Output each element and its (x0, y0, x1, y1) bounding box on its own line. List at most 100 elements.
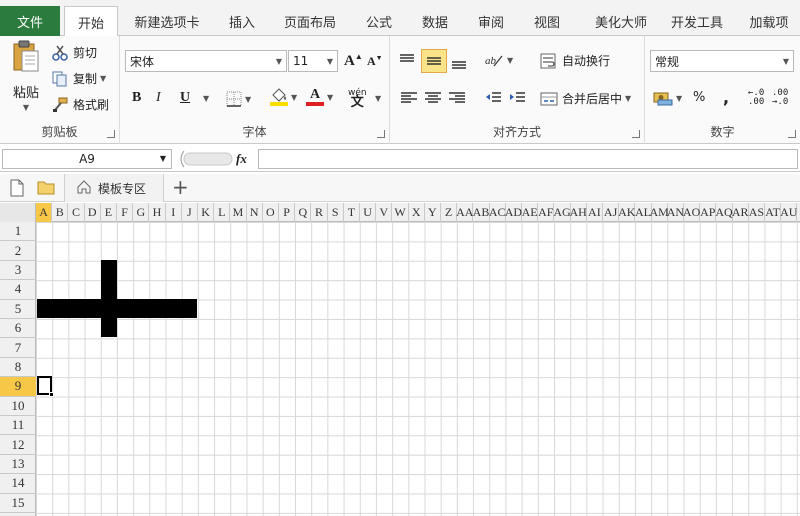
comma-button[interactable]: , (723, 88, 729, 107)
font-name-select[interactable]: 宋体 ▼ (125, 50, 287, 72)
copy-button[interactable]: 复制 ▼ (52, 70, 106, 87)
underline-dropdown-icon[interactable]: ▼ (203, 94, 209, 103)
align-bottom-button[interactable] (450, 54, 468, 70)
row-header-6[interactable]: 6 (0, 319, 36, 339)
row-header-7[interactable]: 7 (0, 338, 36, 358)
number-dialog-launcher-icon[interactable] (788, 130, 796, 138)
column-header-l[interactable]: L (214, 203, 231, 222)
fill-handle[interactable] (49, 392, 54, 397)
number-format-select[interactable]: 常规 ▼ (650, 50, 794, 72)
column-header-ag[interactable]: AG (553, 203, 571, 222)
column-header-q[interactable]: Q (295, 203, 312, 222)
column-header-ao[interactable]: AO (683, 203, 700, 222)
tab-data[interactable]: 数据 (410, 6, 460, 36)
column-header-p[interactable]: P (279, 203, 296, 222)
column-header-e[interactable]: E (101, 203, 117, 222)
italic-button[interactable]: I (156, 90, 161, 106)
column-header-i[interactable]: I (166, 203, 182, 222)
cut-button[interactable]: 剪切 (52, 44, 97, 61)
phonetic-button[interactable]: wén 文 (348, 88, 367, 109)
column-header-ak[interactable]: AK (618, 203, 635, 222)
column-header-af[interactable]: AF (538, 203, 555, 222)
align-right-button[interactable] (448, 90, 466, 106)
align-top-button[interactable] (398, 52, 416, 68)
column-header-m[interactable]: M (230, 203, 247, 222)
tab-file[interactable]: 文件 (0, 6, 60, 36)
column-header-j[interactable]: J (182, 203, 198, 222)
borders-button[interactable]: ▼ (226, 91, 251, 107)
formula-input[interactable] (258, 149, 798, 169)
row-header-5[interactable]: 5 (0, 300, 36, 319)
column-header-at[interactable]: AT (765, 203, 782, 222)
column-header-s[interactable]: S (328, 203, 344, 222)
font-dialog-launcher-icon[interactable] (377, 130, 385, 138)
orientation-button[interactable]: ab ▼ (484, 52, 513, 68)
name-box[interactable]: A9 ▼ (2, 149, 172, 169)
column-header-k[interactable]: K (198, 203, 215, 222)
column-header-ap[interactable]: AP (700, 203, 717, 222)
row-header-1[interactable]: 1 (0, 222, 36, 242)
column-header-an[interactable]: AN (667, 203, 684, 222)
align-left-button[interactable] (400, 90, 418, 106)
clipboard-dialog-launcher-icon[interactable] (107, 130, 115, 138)
tab-home[interactable]: 开始 (64, 6, 118, 37)
tab-view[interactable]: 视图 (522, 6, 572, 36)
column-header-t[interactable]: T (344, 203, 360, 222)
row-header-10[interactable]: 10 (0, 397, 36, 416)
column-header-ad[interactable]: AD (505, 203, 522, 222)
add-tab-icon[interactable]: + (172, 175, 189, 199)
column-header-r[interactable]: R (311, 203, 328, 222)
font-size-select[interactable]: 11 ▼ (288, 50, 338, 72)
column-header-y[interactable]: Y (425, 203, 441, 222)
tab-formulas[interactable]: 公式 (352, 6, 406, 36)
increase-indent-button[interactable] (508, 90, 526, 106)
row-header-11[interactable]: 11 (0, 416, 36, 436)
tab-beautify-master[interactable]: 美化大师 (578, 6, 664, 36)
column-header-h[interactable]: H (149, 203, 166, 222)
tab-new-tab[interactable]: 新建选项卡 (126, 6, 208, 36)
row-header-15[interactable]: 15 (0, 494, 36, 513)
row-header-13[interactable]: 13 (0, 455, 36, 475)
tab-page-layout[interactable]: 页面布局 (276, 6, 344, 36)
font-color-button[interactable]: A ▼ (306, 88, 333, 106)
column-header-f[interactable]: F (117, 203, 134, 222)
copy-dropdown-icon[interactable]: ▼ (100, 74, 106, 83)
paste-dropdown-icon[interactable]: ▼ (23, 103, 29, 112)
column-header-b[interactable]: B (52, 203, 69, 222)
column-header-aq[interactable]: AQ (715, 203, 733, 222)
align-center-button[interactable] (424, 90, 442, 106)
column-header-x[interactable]: X (409, 203, 425, 222)
column-header-ae[interactable]: AE (522, 203, 539, 222)
column-header-u[interactable]: U (360, 203, 377, 222)
column-header-a[interactable]: A (36, 203, 53, 222)
column-header-ai[interactable]: AI (587, 203, 603, 222)
align-middle-button[interactable] (421, 49, 447, 73)
shrink-font-button[interactable]: A▼ (367, 54, 383, 69)
row-header-12[interactable]: 12 (0, 435, 36, 455)
row-header-9[interactable]: 9 (0, 377, 36, 397)
column-header-w[interactable]: W (392, 203, 409, 222)
tab-template-zone[interactable]: 模板专区 (64, 174, 164, 202)
column-header-v[interactable]: V (376, 203, 393, 222)
tab-developer[interactable]: 开发工具 (664, 6, 730, 36)
row-header-3[interactable]: 3 (0, 261, 36, 281)
column-header-d[interactable]: D (85, 203, 101, 222)
formula-bar-splitter-icon[interactable] (176, 149, 236, 169)
column-header-ah[interactable]: AH (570, 203, 587, 222)
bold-button[interactable]: B (132, 90, 141, 106)
column-header-c[interactable]: C (68, 203, 85, 222)
open-folder-icon[interactable] (37, 180, 55, 198)
select-all-corner[interactable] (0, 203, 36, 222)
percent-button[interactable]: % (693, 90, 705, 105)
name-box-dropdown-icon[interactable]: ▼ (160, 154, 166, 163)
row-header-2[interactable]: 2 (0, 241, 36, 261)
column-header-as[interactable]: AS (749, 203, 765, 222)
increase-decimal-button[interactable]: ←.0 .00 (748, 89, 764, 107)
column-header-aj[interactable]: AJ (603, 203, 620, 222)
accounting-format-button[interactable]: ▼ (653, 90, 682, 106)
row-header-4[interactable]: 4 (0, 280, 36, 300)
wrap-text-button[interactable]: 自动换行 (540, 52, 610, 69)
decrease-indent-button[interactable] (484, 90, 502, 106)
new-document-icon[interactable] (10, 179, 24, 200)
tab-review[interactable]: 审阅 (466, 6, 516, 36)
